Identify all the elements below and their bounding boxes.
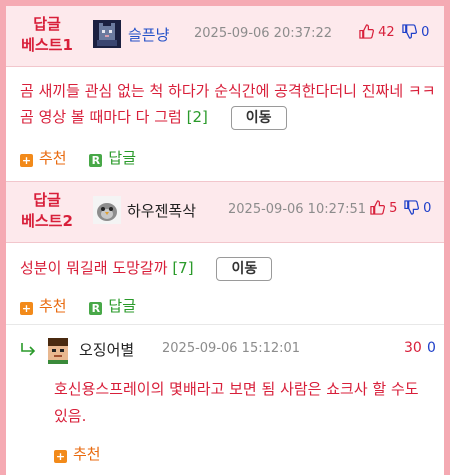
thumbs-up-icon	[370, 200, 385, 215]
best-label-line2: 베스트2	[21, 212, 73, 230]
best-label-line2: 베스트1	[21, 36, 73, 54]
avatar[interactable]	[93, 20, 121, 48]
author-nickname[interactable]: 오징어별	[79, 339, 134, 360]
best1-header: 답글 베스트1 슬픈냥 2025-09-06 20:37:22 42 0	[6, 6, 444, 67]
plus-icon: +	[20, 154, 33, 167]
downvote-count[interactable]: 0	[427, 340, 436, 356]
reply-count[interactable]: [7]	[172, 259, 193, 277]
comment-actions: + 추천 R 답글	[20, 147, 154, 168]
reply-button[interactable]: R 답글	[89, 295, 136, 316]
reply-label: 답글	[108, 149, 136, 167]
avatar[interactable]	[44, 336, 72, 364]
recommend-button[interactable]: + 추천	[54, 443, 101, 464]
reply-icon: R	[89, 154, 103, 167]
best2-label: 답글 베스트2	[12, 190, 82, 232]
reply-count[interactable]: [2]	[187, 108, 208, 126]
comment-date: 2025-09-06 20:37:22	[194, 26, 333, 41]
plus-icon: +	[54, 450, 67, 463]
cat-avatar-icon	[93, 20, 121, 48]
reply-body: 호신용스프레이의 몇배라고 보면 됨 사람은 쇼크사 할 수도 있음.	[54, 376, 432, 430]
comment-panel: 답글 베스트1 슬픈냥 2025-09-06 20:37:22 42 0 곰 새…	[6, 6, 444, 475]
comment-text: 호신용스프레이의 몇배라고 보면 됨 사람은 쇼크사 할 수도 있음.	[54, 380, 419, 425]
comment-text: 곰 새끼들 관심 없는 척 하다가 순식간에 공격한다더니 진짜네 ㅋㅋ 곰 영…	[20, 82, 436, 126]
comment-body: 성분이 뭐길래 도망갈까 [7] 이동	[20, 255, 440, 281]
avatar[interactable]	[93, 196, 121, 224]
upvote-button[interactable]: 5	[370, 200, 397, 216]
best-label-line1: 답글	[33, 191, 61, 209]
reply-actions: + 추천	[54, 443, 119, 464]
downvote-button[interactable]: 0	[404, 200, 431, 216]
upvote-count[interactable]: 30	[404, 340, 422, 356]
comment-date: 2025-09-06 15:12:01	[162, 341, 301, 356]
move-button[interactable]: 이동	[216, 256, 273, 281]
author-nickname[interactable]: 슬픈냥	[128, 24, 169, 45]
downvote-count: 0	[421, 25, 430, 40]
reply-icon: R	[89, 302, 103, 315]
bird-avatar-icon	[93, 196, 121, 224]
divider	[6, 324, 444, 325]
best1-label: 답글 베스트1	[12, 14, 82, 56]
recommend-label: 추천	[39, 297, 67, 315]
best-label-line1: 답글	[33, 15, 61, 33]
recommend-button[interactable]: + 추천	[20, 147, 67, 168]
reply-label: 답글	[108, 297, 136, 315]
author-nickname[interactable]: 하우젠폭삭	[127, 200, 196, 221]
upvote-count: 42	[378, 25, 395, 40]
downvote-button[interactable]: 0	[402, 24, 429, 40]
recommend-button[interactable]: + 추천	[20, 295, 67, 316]
upvote-count: 5	[389, 201, 398, 216]
comment-date: 2025-09-06 10:27:51	[228, 202, 367, 217]
thumbs-down-icon	[404, 200, 419, 215]
comment-text: 성분이 뭐길래 도망갈까	[20, 259, 168, 277]
thumbs-down-icon	[402, 24, 417, 39]
reply-arrow-icon	[21, 343, 36, 356]
comment-actions: + 추천 R 답글	[20, 295, 154, 316]
recommend-label: 추천	[73, 445, 101, 463]
pixel-face-avatar-icon	[44, 336, 72, 364]
move-button[interactable]: 이동	[230, 105, 287, 130]
upvote-button[interactable]: 42	[359, 24, 395, 40]
comment-body: 곰 새끼들 관심 없는 척 하다가 순식간에 공격한다더니 진짜네 ㅋㅋ 곰 영…	[20, 78, 440, 130]
plus-icon: +	[20, 302, 33, 315]
recommend-label: 추천	[39, 149, 67, 167]
downvote-count: 0	[423, 201, 432, 216]
best2-header: 답글 베스트2 하우젠폭삭 2025-09-06 10:27:51 5 0	[6, 181, 444, 243]
thumbs-up-icon	[359, 24, 374, 39]
reply-button[interactable]: R 답글	[89, 147, 136, 168]
